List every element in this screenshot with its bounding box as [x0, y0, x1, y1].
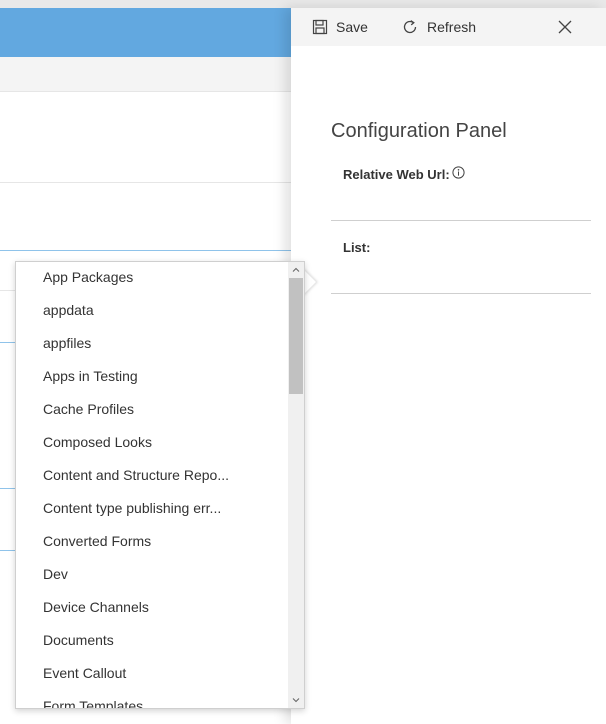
dropdown-item[interactable]: App Packages: [16, 262, 288, 295]
close-icon: [558, 20, 572, 34]
panel-toolbar: Save Refresh: [291, 8, 606, 46]
field-divider: [331, 293, 591, 294]
field-divider: [331, 220, 591, 221]
refresh-button[interactable]: Refresh: [401, 8, 476, 46]
dropdown-item[interactable]: Content type publishing err...: [16, 493, 288, 526]
refresh-icon: [401, 18, 419, 36]
close-button[interactable]: [555, 8, 575, 46]
dropdown-item[interactable]: Device Channels: [16, 592, 288, 625]
dropdown-item[interactable]: Cache Profiles: [16, 394, 288, 427]
background-divider: [0, 182, 291, 183]
list-dropdown[interactable]: App Packages appdata appfiles Apps in Te…: [15, 261, 305, 709]
dropdown-list: App Packages appdata appfiles Apps in Te…: [16, 262, 288, 708]
dropdown-item[interactable]: Dev: [16, 559, 288, 592]
info-icon[interactable]: [452, 166, 465, 182]
relative-web-url-label: Relative Web Url:: [343, 166, 450, 182]
save-icon: [312, 19, 328, 35]
dropdown-item[interactable]: Content and Structure Repo...: [16, 460, 288, 493]
configuration-panel: Save Refresh Configuration Panel Relativ…: [291, 8, 606, 724]
dropdown-item[interactable]: Apps in Testing: [16, 361, 288, 394]
relative-web-url-field-label: Relative Web Url:: [343, 166, 465, 182]
list-field-label: List:: [343, 240, 370, 255]
scroll-up-arrow-icon[interactable]: [288, 262, 304, 278]
dropdown-item[interactable]: Form Templates: [16, 691, 288, 708]
save-label: Save: [336, 19, 368, 35]
dropdown-item[interactable]: Composed Looks: [16, 427, 288, 460]
dropdown-item[interactable]: Documents: [16, 625, 288, 658]
scrollbar-thumb[interactable]: [289, 278, 303, 394]
dropdown-item[interactable]: appdata: [16, 295, 288, 328]
panel-title: Configuration Panel: [331, 120, 507, 142]
background-header-bar: [0, 8, 291, 57]
save-button[interactable]: Save: [312, 8, 368, 46]
scroll-down-arrow-icon[interactable]: [288, 692, 304, 708]
background-command-band: [0, 57, 291, 92]
dropdown-item[interactable]: Converted Forms: [16, 526, 288, 559]
dropdown-scrollbar[interactable]: [288, 262, 304, 708]
dropdown-item[interactable]: Event Callout: [16, 658, 288, 691]
list-label: List:: [343, 240, 371, 255]
refresh-label: Refresh: [427, 19, 477, 35]
background-divider: [0, 250, 291, 251]
dropdown-item[interactable]: appfiles: [16, 328, 288, 361]
background-top-strip: [0, 0, 606, 8]
